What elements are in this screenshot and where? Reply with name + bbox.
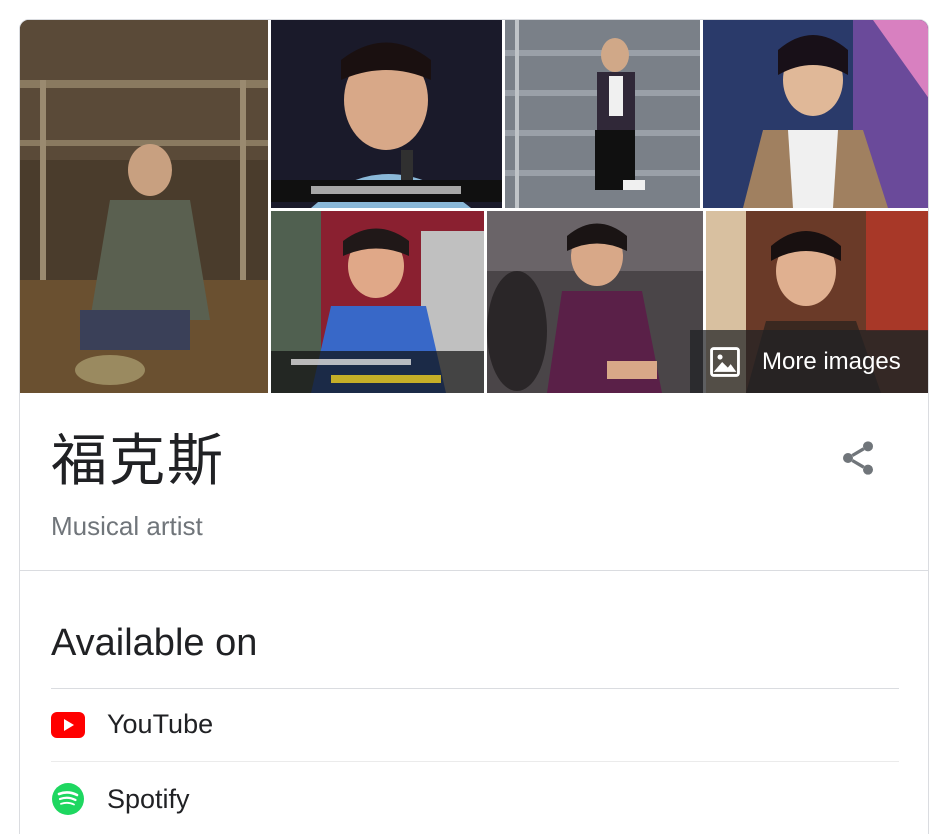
entity-header: 福克斯 Musical artist [51,416,225,542]
provider-name: Spotify [107,783,190,814]
image-icon [710,346,740,377]
more-images-button[interactable]: More images [690,330,928,393]
gallery-image-6[interactable] [487,211,703,393]
available-on-heading: Available on [51,622,258,664]
gallery-image-1[interactable] [20,20,268,393]
share-button[interactable] [828,428,888,488]
gallery-image-3[interactable] [505,20,700,208]
knowledge-panel: More images 福克斯 Musical artist Available… [19,19,929,834]
provider-spotify[interactable]: Spotify [51,762,899,834]
more-images-label: More images [762,347,901,375]
provider-name: YouTube [107,709,214,739]
image-gallery: More images [20,20,928,393]
section-divider [20,570,928,571]
gallery-image-5[interactable] [271,211,484,393]
entity-subtitle: Musical artist [51,511,203,541]
entity-title: 福克斯 [51,429,225,494]
gallery-image-2[interactable] [271,20,502,208]
gallery-image-4[interactable] [703,20,928,208]
youtube-icon [51,708,85,742]
spotify-icon [51,782,85,816]
provider-youtube[interactable]: YouTube [51,688,899,762]
share-icon [843,441,873,475]
